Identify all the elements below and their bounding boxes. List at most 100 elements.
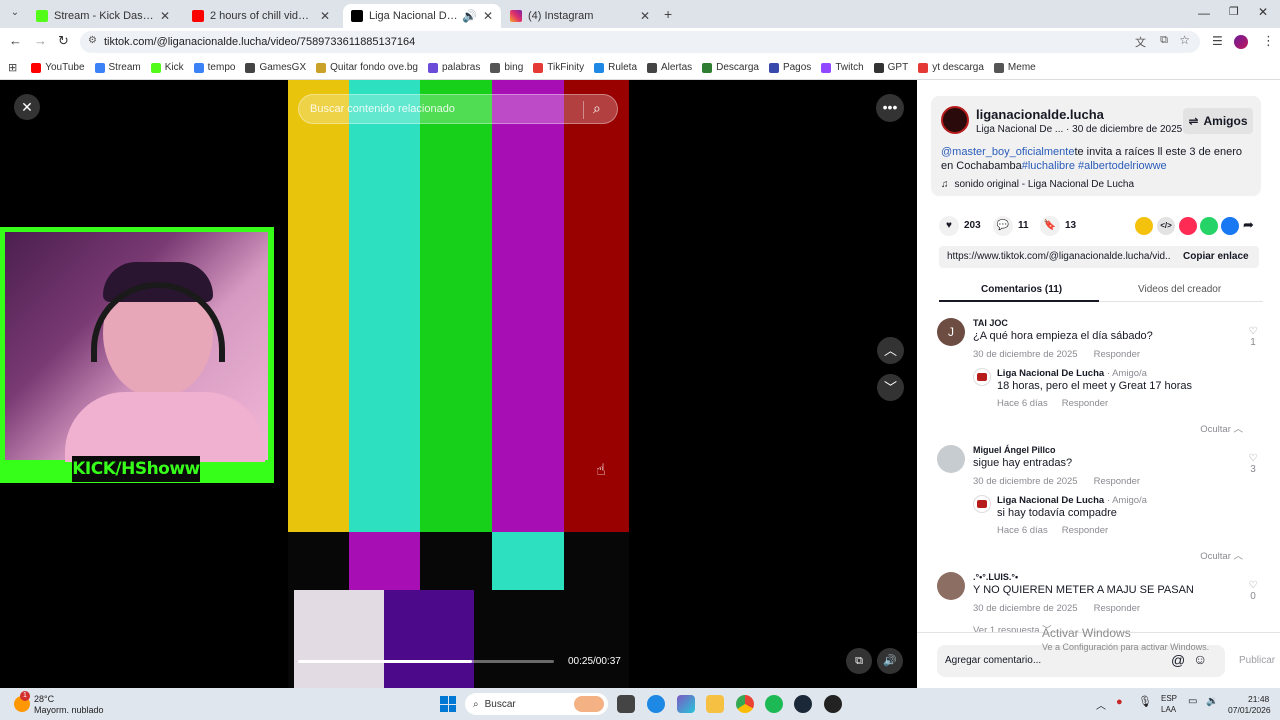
avatar[interactable]: J	[937, 318, 965, 346]
bookmark-item[interactable]: YouTube	[31, 62, 85, 73]
bookmark-item[interactable]: Pagos	[768, 62, 811, 73]
related-search-input[interactable]: Buscar contenido relacionado	[310, 103, 455, 115]
close-tab-icon[interactable]: ✕	[640, 9, 650, 23]
file-explorer-icon[interactable]	[706, 695, 724, 713]
close-tab-icon[interactable]: ✕	[160, 9, 170, 23]
menu-icon[interactable]: ⋮	[1262, 33, 1275, 49]
profile-avatar[interactable]	[1234, 35, 1248, 49]
steam-icon[interactable]	[794, 695, 812, 713]
video-progress-track[interactable]	[298, 660, 554, 663]
bookmark-item[interactable]: Kick	[150, 62, 184, 73]
tab-tiktok[interactable]: Liga Nacional De Lucha (@ 🔊 ✕	[343, 4, 501, 28]
reply-link[interactable]: Responder	[1094, 603, 1140, 614]
network-icon[interactable]: ▭	[1188, 696, 1197, 707]
bookmark-item[interactable]: Quitar fondo ove.bg	[316, 62, 418, 73]
whatsapp-icon[interactable]	[1200, 217, 1218, 235]
close-window-icon[interactable]: ✕	[1258, 5, 1268, 19]
reload-icon[interactable]: ↻	[58, 33, 69, 49]
minimize-icon[interactable]: —	[1198, 6, 1210, 20]
comment-like[interactable]: ♡ 0	[1243, 580, 1263, 602]
bookmark-item[interactable]: yt descarga	[918, 62, 984, 73]
facebook-icon[interactable]	[1221, 217, 1239, 235]
comment-author[interactable]: TAI JOC	[973, 318, 1008, 328]
hide-replies-link[interactable]: Ocultar ︿	[1200, 548, 1243, 562]
chrome-icon[interactable]	[736, 695, 754, 713]
language-layout[interactable]: LAA	[1161, 705, 1176, 714]
next-video-button[interactable]: ﹀	[877, 374, 904, 401]
comment-button[interactable]: 💬	[993, 216, 1013, 236]
volume-button[interactable]: 🔊	[877, 648, 903, 674]
reply-link[interactable]: Responder	[1094, 349, 1140, 360]
tab-list-icon[interactable]: ⌄	[8, 7, 22, 21]
volume-icon[interactable]: 🔉	[1206, 696, 1218, 707]
comment-like[interactable]: ♡ 1	[1243, 326, 1263, 348]
previous-video-button[interactable]: ︿	[877, 337, 904, 364]
caption-hashtag[interactable]: #albertodelriowwe	[1078, 160, 1167, 172]
tab-kick-dashboard[interactable]: Stream - Kick Dashboard ✕	[28, 4, 178, 28]
speaker-icon[interactable]: 🔊	[462, 9, 477, 23]
caption-mention[interactable]: @master_boy_oficialmente	[941, 146, 1074, 158]
bookmark-item[interactable]: Stream	[94, 62, 141, 73]
bookmark-item[interactable]: tempo	[193, 62, 235, 73]
language-code[interactable]: ESP	[1161, 694, 1177, 703]
tab-instagram[interactable]: (4) Instagram ✕	[502, 4, 658, 28]
publish-button[interactable]: Publicar	[1239, 655, 1275, 666]
bookmark-item[interactable]: TikFinity	[533, 62, 584, 73]
comment-like[interactable]: ♡ 3	[1243, 453, 1263, 475]
apps-icon[interactable]: ⊞	[8, 61, 17, 74]
reply-author[interactable]: Liga Nacional De Lucha · Amigo/a	[997, 495, 1147, 506]
like-button[interactable]: ♥	[939, 216, 959, 236]
sound-row[interactable]: ♫ sonido original - Liga Nacional De Luch…	[941, 179, 1134, 190]
caption-hashtag[interactable]: #luchalibre	[1022, 160, 1075, 172]
reply-link[interactable]: Responder	[1094, 476, 1140, 487]
comment-author[interactable]: Miguel Ángel Pillco	[973, 445, 1056, 455]
friends-button[interactable]: ⇌ Amigos	[1183, 108, 1253, 134]
bookmark-item[interactable]: bing	[490, 62, 523, 73]
copilot-icon[interactable]	[677, 695, 695, 713]
save-button[interactable]: 🔖	[1040, 216, 1060, 236]
bookmark-item[interactable]: Ruleta	[594, 62, 637, 73]
emoji-icon[interactable]: ☺	[1193, 651, 1207, 667]
reply-author[interactable]: Liga Nacional De Lucha · Amigo/a	[997, 368, 1147, 379]
creator-avatar[interactable]	[941, 106, 969, 134]
more-options-button[interactable]: •••	[876, 94, 904, 122]
send-icon[interactable]	[1179, 217, 1197, 235]
microphone-icon[interactable]: 🎙	[1138, 695, 1152, 708]
bookmark-item[interactable]: palabras	[427, 62, 480, 73]
embed-icon[interactable]: </>	[1157, 217, 1175, 235]
bookmark-item[interactable]: Descarga	[702, 62, 759, 73]
close-tab-icon[interactable]: ✕	[483, 9, 493, 23]
mention-icon[interactable]: @	[1171, 652, 1185, 668]
tab-creator-videos[interactable]: Videos del creador	[1138, 284, 1221, 295]
creator-username[interactable]: liganacionalde.lucha	[976, 107, 1104, 122]
clock-date[interactable]: 07/01/2026	[1228, 705, 1271, 715]
tab-youtube[interactable]: 2 hours of chill video game mu ✕	[184, 4, 338, 28]
bookmark-item[interactable]: GamesGX	[245, 62, 306, 73]
site-info-icon[interactable]: ⚙	[88, 35, 97, 46]
show-hidden-icons[interactable]: ︿	[1096, 697, 1106, 712]
share-icon[interactable]: ➦	[1243, 217, 1254, 233]
bookmark-item[interactable]: Meme	[993, 62, 1036, 73]
taskbar-search[interactable]: ⌕ Buscar	[465, 693, 608, 715]
hide-replies-link[interactable]: Ocultar ︿	[1200, 421, 1243, 435]
back-icon[interactable]: ←	[9, 33, 22, 48]
avatar[interactable]	[973, 368, 991, 386]
repost-icon[interactable]	[1135, 217, 1153, 235]
avatar[interactable]	[937, 445, 965, 473]
bookmark-item[interactable]: Twitch	[821, 62, 864, 73]
task-view-icon[interactable]	[617, 695, 635, 713]
edge-icon[interactable]	[647, 695, 665, 713]
restore-icon[interactable]: ❐	[1229, 5, 1239, 18]
avatar[interactable]	[973, 495, 991, 513]
close-tab-icon[interactable]: ✕	[320, 9, 330, 23]
video-link[interactable]: https://www.tiktok.com/@liganacionalde.l…	[947, 251, 1171, 262]
close-video-button[interactable]: ✕	[14, 94, 40, 120]
translate-icon[interactable]: 文	[1135, 34, 1146, 50]
address-bar[interactable]: ⚙ tiktok.com/@liganacionalde.lucha/video…	[80, 31, 1200, 53]
start-icon[interactable]	[440, 696, 456, 712]
comment-author[interactable]: .°•°.LUIS.°•	[973, 572, 1018, 582]
tray-app-icon[interactable]: ●	[1116, 696, 1123, 708]
reply-link[interactable]: Responder	[1062, 525, 1108, 536]
video-player[interactable]: Buscar contenido relacionado ⌕ 00:25/00:…	[288, 80, 629, 688]
install-icon[interactable]: ⧉	[1160, 34, 1168, 47]
